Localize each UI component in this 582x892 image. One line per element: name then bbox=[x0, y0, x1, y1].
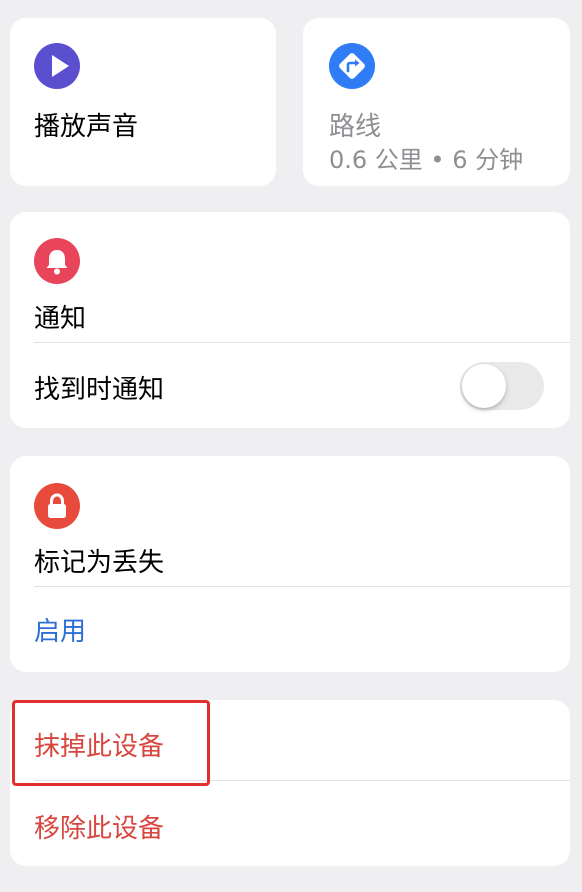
toggle-knob bbox=[462, 364, 506, 408]
notifications-title: 通知 bbox=[34, 304, 87, 334]
divider bbox=[34, 342, 570, 343]
play-sound-label: 播放声音 bbox=[34, 112, 139, 142]
notifications-card: 通知 找到时通知 bbox=[10, 212, 570, 428]
directions-card[interactable]: 路线 0.6 公里 • 6 分钟 bbox=[303, 18, 570, 186]
directions-label: 路线 bbox=[329, 112, 382, 142]
mark-as-lost-title: 标记为丢失 bbox=[34, 548, 165, 578]
directions-distance-time: 0.6 公里 • 6 分钟 bbox=[329, 146, 524, 174]
mark-as-lost-card: 标记为丢失 启用 bbox=[10, 456, 570, 672]
divider bbox=[34, 586, 570, 587]
lock-icon bbox=[34, 483, 80, 529]
directions-icon bbox=[329, 43, 375, 89]
erase-highlight-box bbox=[12, 700, 210, 786]
bell-icon bbox=[34, 238, 80, 284]
notify-when-found-label: 找到时通知 bbox=[34, 375, 165, 405]
play-sound-card[interactable]: 播放声音 bbox=[10, 18, 276, 186]
mark-as-lost-enable-link[interactable]: 启用 bbox=[34, 611, 86, 648]
notify-when-found-toggle[interactable] bbox=[460, 362, 544, 410]
remove-device-button[interactable]: 移除此设备 bbox=[34, 808, 164, 845]
play-icon bbox=[34, 43, 80, 89]
